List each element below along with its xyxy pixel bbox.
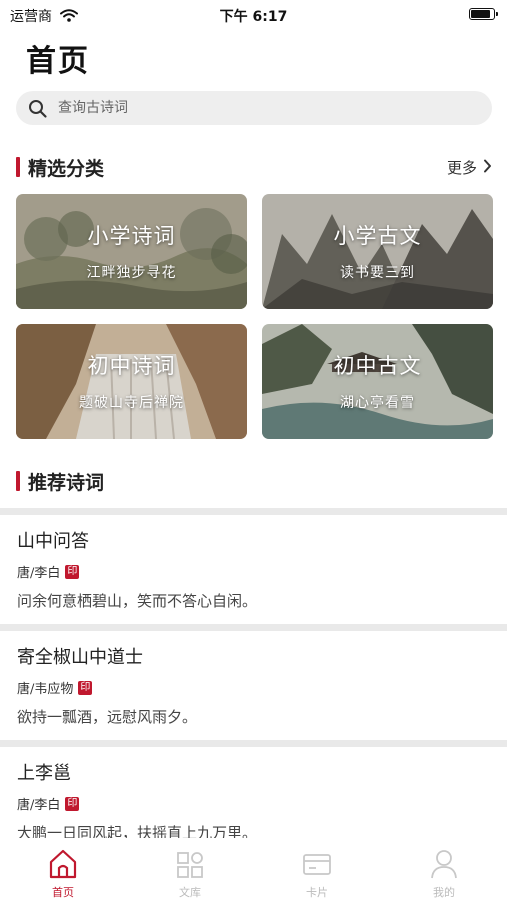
search-icon [28,99,48,123]
poem-excerpt: 问余何意栖碧山，笑而不答心自闲。 [17,592,258,610]
status-time: 下午 6:17 [219,9,288,25]
tab-library[interactable]: 文库 [127,838,253,900]
home-icon [48,848,78,884]
poem-author: 唐/李白 [17,566,61,581]
card-title: 小学诗词 [87,224,176,248]
poem-title: 寄全椒山中道士 [17,647,143,668]
card-subtitle: 题破山寺后禅院 [79,395,184,411]
card-title: 小学古文 [333,224,422,248]
card-subtitle: 江畔独步寻花 [86,265,177,281]
poem-meta: 唐/李白 印 [17,794,497,813]
recommended-section-title: 推荐诗词 [28,472,105,494]
poem-title: 山中问答 [17,531,89,552]
poem-list-item[interactable]: 寄全椒山中道士 唐/韦应物 印 欲持一瓢酒，远慰风雨夕。 [17,643,497,727]
chevron-right-icon [483,159,492,177]
poem-list-item[interactable]: 上李邕 唐/李白 印 大鹏一日同风起，扶摇直上九万里。 [17,759,497,843]
tab-label: 我的 [433,886,455,899]
category-card-primary-poetry[interactable]: 小学诗词 江畔独步寻花 [16,194,247,309]
tab-profile[interactable]: 我的 [381,838,507,900]
more-label: 更多 [446,159,477,177]
list-divider [0,740,507,747]
section-accent-bar [16,157,20,177]
featured-section-header: 精选分类 [16,154,216,180]
poem-title: 上李邕 [17,763,71,784]
poem-author: 唐/韦应物 [17,682,74,697]
tab-home[interactable]: 首页 [0,838,126,900]
poem-excerpt: 欲持一瓢酒，远慰风雨夕。 [17,708,198,726]
card-subtitle: 读书要三到 [340,265,415,281]
card-subtitle: 湖心亭看雪 [340,395,415,411]
landscape-painting [16,194,247,309]
seal-badge: 印 [65,796,80,811]
tab-bar: 首页 文库 卡片 我的 [0,838,507,900]
tab-cards[interactable]: 卡片 [254,838,380,900]
tab-label: 卡片 [306,886,328,899]
page-title: 首页 [26,44,90,79]
tab-label: 首页 [52,886,74,899]
recommended-section-header: 推荐诗词 [16,468,216,494]
pavilion-painting [262,324,493,439]
search-bar[interactable] [16,91,492,125]
user-icon [429,848,459,884]
section-accent-bar [16,471,20,491]
mountain-painting [262,194,493,309]
featured-section-title: 精选分类 [28,158,105,180]
category-card-primary-prose[interactable]: 小学古文 读书要三到 [262,194,493,309]
list-divider [0,624,507,631]
search-input[interactable] [58,91,458,125]
card-icon [302,848,332,884]
poem-meta: 唐/李白 印 [17,562,497,581]
tab-label: 文库 [179,886,201,899]
poem-meta: 唐/韦应物 印 [17,678,497,697]
poem-list-item[interactable]: 山中问答 唐/李白 印 问余何意栖碧山，笑而不答心自闲。 [17,527,497,611]
battery-icon [469,8,498,20]
poem-author: 唐/李白 [17,798,61,813]
waterfall-painting [16,324,247,439]
seal-badge: 印 [65,564,80,579]
card-title: 初中古文 [333,354,422,378]
seal-badge: 印 [78,680,93,695]
status-bar: 运营商 下午 6:17 [0,0,507,28]
category-card-junior-prose[interactable]: 初中古文 湖心亭看雪 [262,324,493,439]
list-divider [0,508,507,515]
category-card-junior-poetry[interactable]: 初中诗词 题破山寺后禅院 [16,324,247,439]
more-button[interactable]: 更多 [447,157,492,178]
grid-icon [175,848,205,884]
card-title: 初中诗词 [87,354,176,378]
